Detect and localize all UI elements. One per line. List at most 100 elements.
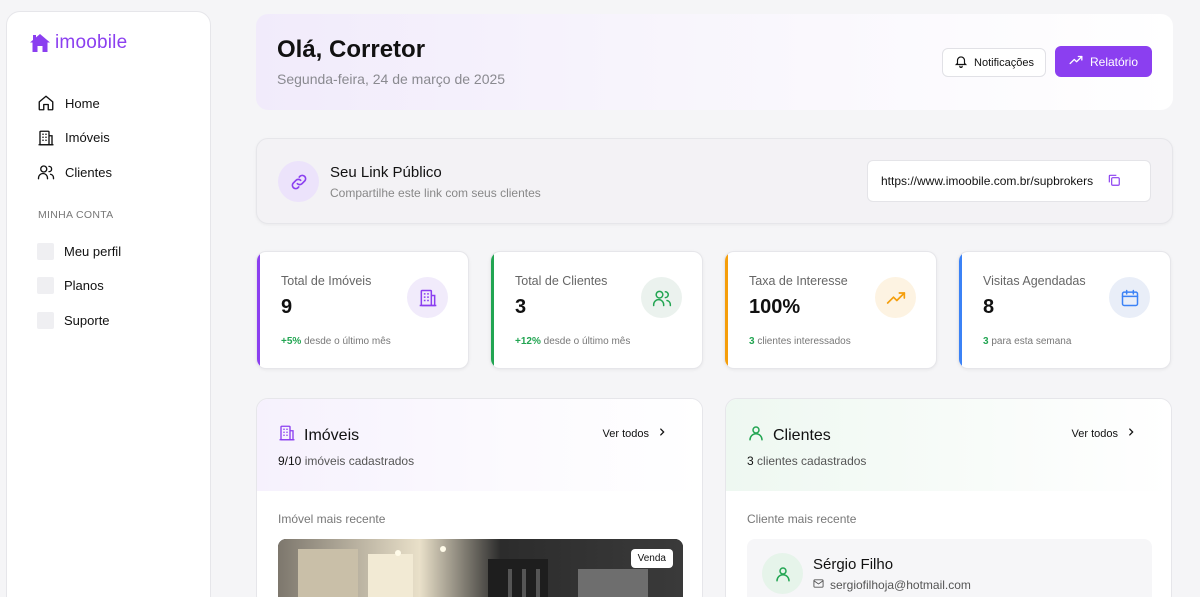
sidebar-item-home[interactable]: Home [37,86,112,121]
stat-value: 9 [281,296,293,318]
see-all-label: Ver todos [1071,427,1118,440]
mail-icon [813,578,824,592]
sale-badge: Venda [630,549,673,568]
user-icon [747,424,765,447]
sidebar: imoobile Home Imóveis Clientes MINHA CON… [6,11,211,597]
sidebar-item-meu-perfil[interactable]: Meu perfil [37,234,121,269]
account-nav: Meu perfil Planos Suporte [37,234,121,338]
main-nav: Home Imóveis Clientes [37,86,112,190]
clients-count: 3 clientes cadastrados [747,454,866,468]
stat-label: Taxa de Interesse [749,274,848,288]
panel-title-text: Imóveis [304,426,360,444]
panel-title: Clientes [747,424,831,447]
count-suffix: clientes cadastrados [757,454,867,468]
welcome-header: Olá, Corretor Segunda-feira, 24 de março… [256,14,1173,110]
section-label-account: MINHA CONTA [38,209,114,221]
report-button[interactable]: Relatório [1055,46,1152,77]
stat-value: 100% [749,296,801,318]
count-value: 9/10 [278,454,302,468]
properties-panel: Imóveis 9/10 imóveis cadastrados Ver tod… [256,398,703,597]
users-icon [641,277,682,318]
stat-card-visitas-agendadas: Visitas Agendadas 8 3 para esta semana [958,251,1171,369]
see-all-label: Ver todos [602,427,649,440]
avatar [762,553,803,594]
sidebar-item-label: Imóveis [65,130,110,146]
sidebar-item-label: Suporte [64,312,110,328]
panel-title-text: Clientes [773,426,831,444]
link-icon [278,161,319,202]
see-all-clients-link[interactable]: Ver todos [1072,427,1136,440]
panel-title: Imóveis [278,424,359,447]
stat-value: 8 [983,296,995,318]
stat-footnote-text: desde o último mês [543,336,631,347]
stat-footnote: 3 para esta semana [983,336,1071,347]
brand-logo[interactable]: imoobile [29,32,127,54]
stat-change: +5% [281,336,302,347]
bell-icon [954,54,968,71]
sidebar-item-suporte[interactable]: Suporte [37,303,121,338]
public-link-url: https://www.imoobile.com.br/supbrokers [881,174,1094,188]
properties-count: 9/10 imóveis cadastrados [278,454,414,468]
users-icon [37,163,55,181]
stat-card-total-imoveis: Total de Imóveis 9 +5% desde o último mê… [256,251,469,369]
report-label: Relatório [1089,54,1139,69]
brand-name: imoobile [55,32,128,53]
stat-change: +12% [515,336,541,347]
current-date: Segunda-feira, 24 de março de 2025 [277,71,506,87]
home-icon [37,94,55,112]
stat-footnote-text: para esta semana [991,336,1072,347]
properties-panel-header: Imóveis 9/10 imóveis cadastrados Ver tod… [257,399,702,491]
placeholder-icon [37,277,54,295]
stat-footnote: 3 clientes interessados [749,336,851,347]
clients-panel: Clientes 3 clientes cadastrados Ver todo… [725,398,1172,597]
recent-property-label: Imóvel mais recente [278,512,386,526]
building-icon [278,424,296,447]
chevron-right-icon [657,427,667,440]
user-icon [775,566,790,581]
sidebar-item-label: Meu perfil [64,243,122,259]
stat-footnote: +5% desde o último mês [281,336,391,347]
clients-panel-header: Clientes 3 clientes cadastrados Ver todo… [726,399,1171,491]
notifications-label: Notificações [974,56,1034,69]
sidebar-item-label: Planos [64,278,104,294]
recent-client-label: Cliente mais recente [747,512,857,526]
building-icon [407,277,448,318]
count-suffix: imóveis cadastrados [304,454,415,468]
stat-card-total-clientes: Total de Clientes 3 +12% desde o último … [490,251,703,369]
public-link-field[interactable]: https://www.imoobile.com.br/supbrokers [867,160,1151,202]
stat-footnote: +12% desde o último mês [515,336,630,347]
client-email: sergiofilhoja@hotmail.com [830,578,971,592]
stat-label: Total de Clientes [515,274,608,288]
stat-footnote-text: clientes interessados [757,336,851,347]
notifications-button[interactable]: Notificações [942,48,1046,77]
sidebar-item-imoveis[interactable]: Imóveis [37,121,112,156]
public-link-subtitle: Compartilhe este link com seus clientes [330,186,541,200]
property-photo[interactable]: Venda [278,539,683,597]
copy-icon[interactable] [1107,173,1121,190]
public-link-card: Seu Link Público Compartilhe este link c… [256,138,1173,224]
chevron-right-icon [1126,427,1136,440]
client-email-row: sergiofilhoja@hotmail.com [813,578,971,592]
house-logo-icon [29,33,51,53]
sidebar-item-planos[interactable]: Planos [37,269,121,304]
placeholder-icon [37,242,54,260]
placeholder-icon [37,311,54,329]
calendar-icon [1109,277,1150,318]
stat-label: Total de Imóveis [281,274,372,288]
page-title: Olá, Corretor [277,36,426,63]
building-icon [37,129,55,147]
recent-client-card[interactable]: Sérgio Filho sergiofilhoja@hotmail.com [747,539,1152,597]
stat-footnote-text: desde o último mês [304,336,391,347]
public-link-title: Seu Link Público [330,164,442,181]
sidebar-item-clientes[interactable]: Clientes [37,155,112,190]
sidebar-item-label: Clientes [65,164,112,180]
trending-up-icon [1069,53,1083,70]
stat-change: 3 [749,336,755,347]
stat-label: Visitas Agendadas [983,274,1086,288]
stat-value: 3 [515,296,527,318]
property-image [278,539,683,597]
trending-up-icon [875,277,916,318]
stat-card-taxa-interesse: Taxa de Interesse 100% 3 clientes intere… [724,251,937,369]
sidebar-item-label: Home [65,95,100,111]
see-all-properties-link[interactable]: Ver todos [603,427,667,440]
